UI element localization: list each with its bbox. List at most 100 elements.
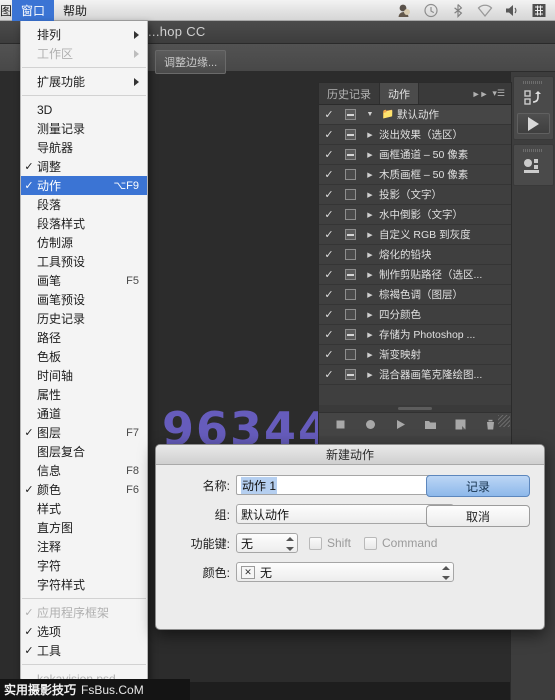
panel-controls[interactable]: ►► ▾☰ bbox=[472, 83, 511, 104]
menu-item-0[interactable]: 排列 bbox=[21, 25, 147, 44]
wifi-icon[interactable] bbox=[477, 3, 493, 18]
menu-help[interactable]: 帮助 bbox=[54, 0, 96, 21]
bluetooth-icon[interactable] bbox=[450, 3, 466, 18]
dialog-buttons[interactable]: 记录 取消 bbox=[426, 475, 530, 535]
menu-item-27[interactable]: 直方图 bbox=[21, 518, 147, 537]
menu-item-10[interactable]: 段落 bbox=[21, 195, 147, 214]
chevron-right-icon[interactable]: ▶ bbox=[361, 331, 379, 339]
action-enabled-check-icon[interactable]: ✓ bbox=[319, 248, 339, 261]
record-button[interactable]: 记录 bbox=[426, 475, 530, 497]
time-machine-icon[interactable] bbox=[423, 3, 439, 18]
action-row[interactable]: ✓▶渐变映射 bbox=[319, 345, 511, 365]
new-action-dialog[interactable]: 新建动作 名称: 动作 1 组: 默认动作 功能键: 无 bbox=[155, 444, 545, 630]
play-icon[interactable] bbox=[394, 418, 407, 431]
menu-item-15[interactable]: 画笔预设 bbox=[21, 290, 147, 309]
action-dialog-toggle[interactable] bbox=[339, 329, 361, 340]
menu-item-3[interactable]: 扩展功能 bbox=[21, 72, 147, 91]
chevron-right-icon[interactable]: ▶ bbox=[361, 151, 379, 159]
action-row[interactable]: ✓▼📁默认动作 bbox=[319, 105, 511, 125]
actions-panel-footer[interactable] bbox=[319, 412, 511, 436]
stepper-icon-3[interactable] bbox=[442, 566, 449, 580]
stepper-icon-2[interactable] bbox=[286, 537, 293, 551]
action-dialog-toggle[interactable] bbox=[339, 229, 361, 240]
name-input[interactable]: 动作 1 bbox=[236, 475, 454, 495]
dialog-body[interactable]: 名称: 动作 1 组: 默认动作 功能键: 无 bbox=[156, 465, 544, 630]
cancel-button[interactable]: 取消 bbox=[426, 505, 530, 527]
action-row[interactable]: ✓▶混合器画笔克隆绘图... bbox=[319, 365, 511, 385]
new-set-icon[interactable] bbox=[424, 418, 437, 431]
action-enabled-check-icon[interactable]: ✓ bbox=[319, 288, 339, 301]
menu-item-17[interactable]: 路径 bbox=[21, 328, 147, 347]
chevron-right-icon[interactable]: ▶ bbox=[361, 311, 379, 319]
action-dialog-toggle[interactable] bbox=[339, 129, 361, 140]
action-enabled-check-icon[interactable]: ✓ bbox=[319, 268, 339, 281]
action-dialog-toggle[interactable] bbox=[339, 309, 361, 320]
action-dialog-toggle[interactable] bbox=[339, 269, 361, 280]
actions-panel-tabbar[interactable]: 历史记录 动作 ►► ▾☰ bbox=[319, 83, 511, 105]
action-dialog-toggle[interactable] bbox=[339, 369, 361, 380]
dock-grip[interactable] bbox=[523, 81, 543, 84]
menu-item-33[interactable]: ✓选项 bbox=[21, 622, 147, 641]
action-row[interactable]: ✓▶画框通道 – 50 像素 bbox=[319, 145, 511, 165]
dock-group-3d-properties[interactable] bbox=[513, 144, 554, 186]
action-dialog-toggle[interactable] bbox=[339, 349, 361, 360]
action-enabled-check-icon[interactable]: ✓ bbox=[319, 168, 339, 181]
chevron-right-icon[interactable]: ▶ bbox=[361, 251, 379, 259]
action-row[interactable]: ✓▶水中倒影（文字） bbox=[319, 205, 511, 225]
panel-menu-icon[interactable]: ▾☰ bbox=[492, 88, 505, 99]
action-enabled-check-icon[interactable]: ✓ bbox=[319, 308, 339, 321]
color-select[interactable]: ✕ 无 bbox=[236, 562, 454, 582]
menu-item-23[interactable]: 图层复合 bbox=[21, 442, 147, 461]
action-row[interactable]: ✓▶存储为 Photoshop ... bbox=[319, 325, 511, 345]
dock-grip-2[interactable] bbox=[523, 149, 543, 152]
action-row[interactable]: ✓▶自定义 RGB 到灰度 bbox=[319, 225, 511, 245]
menu-clipped[interactable]: 图 bbox=[0, 0, 12, 21]
menu-item-16[interactable]: 历史记录 bbox=[21, 309, 147, 328]
action-row[interactable]: ✓▶棕褐色调（图层） bbox=[319, 285, 511, 305]
command-checkbox[interactable]: Command bbox=[364, 536, 437, 550]
tab-actions[interactable]: 动作 bbox=[380, 83, 419, 104]
window-menu-dropdown[interactable]: 排列工作区扩展功能3D测量记录导航器✓调整✓动作⌥F9段落段落样式仿制源工具预设… bbox=[20, 21, 148, 683]
menu-item-20[interactable]: 属性 bbox=[21, 385, 147, 404]
menu-item-5[interactable]: 3D bbox=[21, 100, 147, 119]
action-row[interactable]: ✓▶熔化的铅块 bbox=[319, 245, 511, 265]
menu-item-28[interactable]: 注释 bbox=[21, 537, 147, 556]
history-brush-icon[interactable] bbox=[520, 88, 546, 110]
action-enabled-check-icon[interactable]: ✓ bbox=[319, 228, 339, 241]
action-enabled-check-icon[interactable]: ✓ bbox=[319, 208, 339, 221]
shift-checkbox[interactable]: Shift bbox=[309, 536, 351, 550]
menu-item-34[interactable]: ✓工具 bbox=[21, 641, 147, 660]
chevron-right-icon[interactable]: ▶ bbox=[361, 191, 379, 199]
menu-item-11[interactable]: 段落样式 bbox=[21, 214, 147, 233]
menu-item-13[interactable]: 工具预设 bbox=[21, 252, 147, 271]
actions-scrollbar[interactable] bbox=[319, 405, 511, 412]
chevron-right-icon[interactable]: ▶ bbox=[361, 171, 379, 179]
chevron-right-icon[interactable]: ▶ bbox=[361, 351, 379, 359]
menu-item-6[interactable]: 测量记录 bbox=[21, 119, 147, 138]
set-select[interactable]: 默认动作 bbox=[236, 504, 454, 524]
menu-item-29[interactable]: 字符 bbox=[21, 556, 147, 575]
action-dialog-toggle[interactable] bbox=[339, 149, 361, 160]
macos-menubar[interactable]: 图 窗口 帮助 bbox=[0, 0, 555, 21]
chevron-right-icon[interactable]: ▶ bbox=[361, 291, 379, 299]
action-dialog-toggle[interactable] bbox=[339, 289, 361, 300]
action-enabled-check-icon[interactable]: ✓ bbox=[319, 348, 339, 361]
action-dialog-toggle[interactable] bbox=[339, 109, 361, 120]
menubar-status-icons[interactable] bbox=[396, 3, 555, 18]
3d-properties-icon[interactable] bbox=[520, 156, 546, 178]
action-enabled-check-icon[interactable]: ✓ bbox=[319, 188, 339, 201]
menu-item-8[interactable]: ✓调整 bbox=[21, 157, 147, 176]
fkey-select[interactable]: 无 bbox=[236, 533, 298, 553]
menu-item-18[interactable]: 色板 bbox=[21, 347, 147, 366]
action-row[interactable]: ✓▶淡出效果（选区） bbox=[319, 125, 511, 145]
chevron-right-icon[interactable]: ▶ bbox=[361, 131, 379, 139]
action-row[interactable]: ✓▶木质画框 – 50 像素 bbox=[319, 165, 511, 185]
action-enabled-check-icon[interactable]: ✓ bbox=[319, 368, 339, 381]
action-dialog-toggle[interactable] bbox=[339, 209, 361, 220]
stop-icon[interactable] bbox=[334, 418, 347, 431]
menu-item-19[interactable]: 时间轴 bbox=[21, 366, 147, 385]
chevron-right-icon[interactable]: ▶ bbox=[361, 271, 379, 279]
tab-history[interactable]: 历史记录 bbox=[319, 83, 380, 104]
menu-window[interactable]: 窗口 bbox=[12, 0, 54, 21]
action-dialog-toggle[interactable] bbox=[339, 189, 361, 200]
